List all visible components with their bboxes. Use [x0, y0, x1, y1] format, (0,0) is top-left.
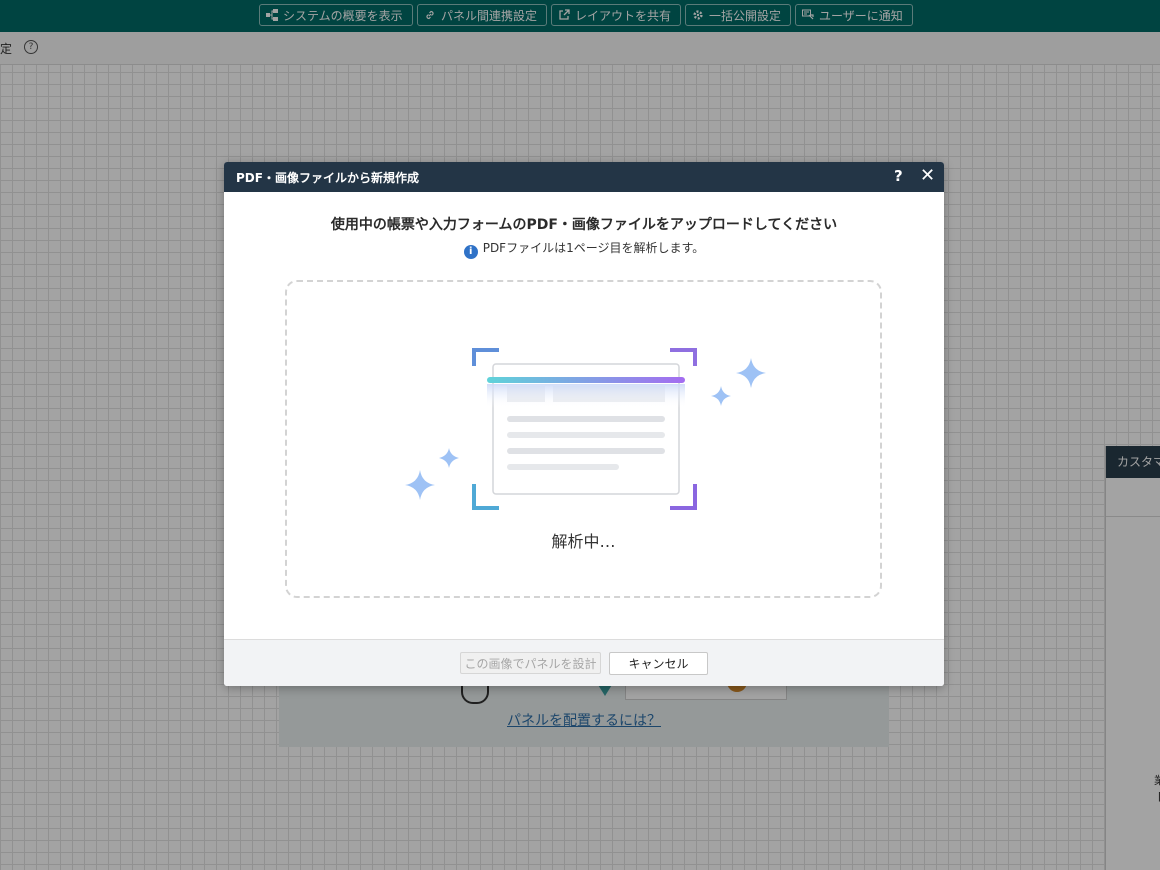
help-icon[interactable]: ? — [894, 167, 903, 185]
analysis-status: 解析中… — [551, 532, 616, 551]
cancel-button[interactable]: キャンセル — [609, 652, 708, 675]
document-icon — [492, 363, 680, 495]
info-icon: i — [463, 245, 478, 259]
dialog-footer: この画像でパネルを設計 キャンセル — [224, 639, 944, 686]
document-scan-illustration — [405, 348, 766, 510]
create-from-pdf-dialog: PDF・画像ファイルから新規作成 ? ✕ 使用中の帳票や入力フォームのPDF・画… — [224, 162, 944, 686]
upload-instruction-heading: 使用中の帳票や入力フォームのPDF・画像ファイルをアップロードしてください — [330, 217, 838, 233]
scan-line — [487, 377, 685, 383]
pdf-page-note: i PDFファイルは1ページ目を解析します。 — [224, 239, 944, 259]
design-panel-from-image-button[interactable]: この画像でパネルを設計 — [460, 652, 601, 674]
close-icon[interactable]: ✕ — [920, 165, 935, 186]
file-drop-zone[interactable]: 解析中… — [285, 280, 882, 598]
pdf-page-note-text: PDFファイルは1ページ目を解析します。 — [482, 241, 705, 255]
dialog-header: PDF・画像ファイルから新規作成 ? ✕ — [224, 162, 944, 192]
dialog-title: PDF・画像ファイルから新規作成 — [236, 171, 419, 185]
scan-glow — [487, 384, 685, 408]
